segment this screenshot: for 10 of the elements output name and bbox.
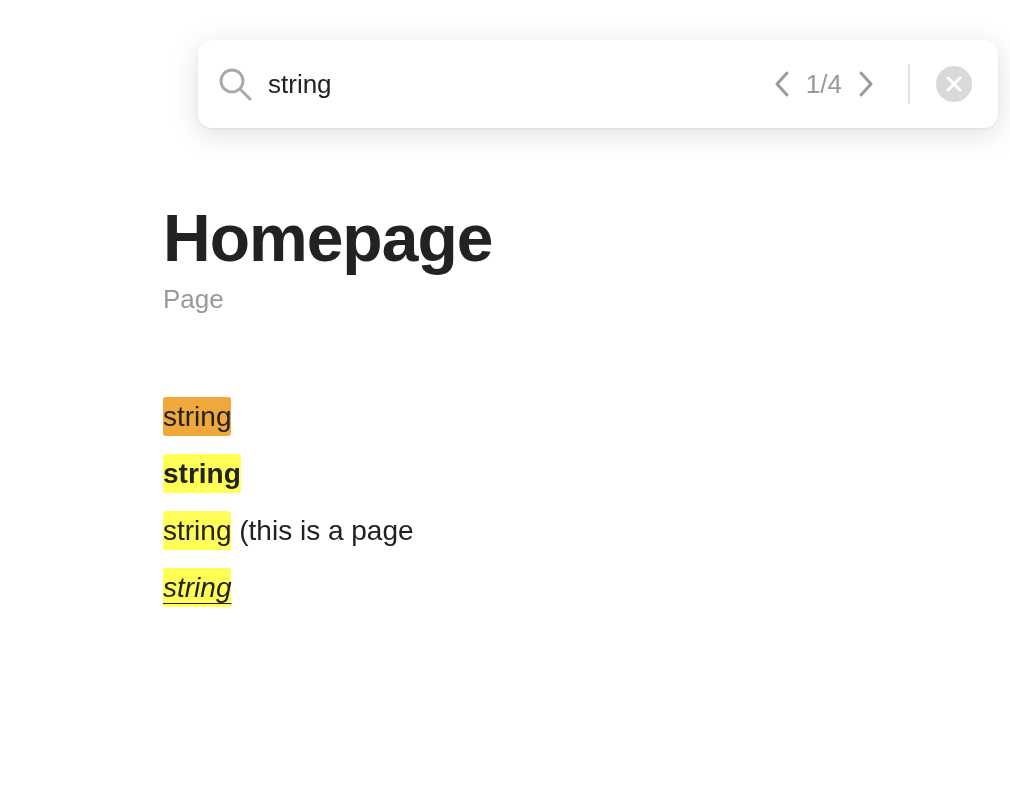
- search-highlight: string: [163, 397, 232, 436]
- search-highlight: string: [163, 454, 241, 493]
- search-icon: [218, 67, 252, 101]
- search-field[interactable]: string: [268, 68, 770, 100]
- close-icon: [946, 76, 962, 92]
- search-highlight: string: [163, 511, 232, 550]
- page-type-label: Page: [163, 284, 224, 315]
- page-title: Homepage: [163, 200, 494, 277]
- match-counter: 1/4: [805, 68, 842, 100]
- paragraph-text: (this is a page: [238, 514, 414, 548]
